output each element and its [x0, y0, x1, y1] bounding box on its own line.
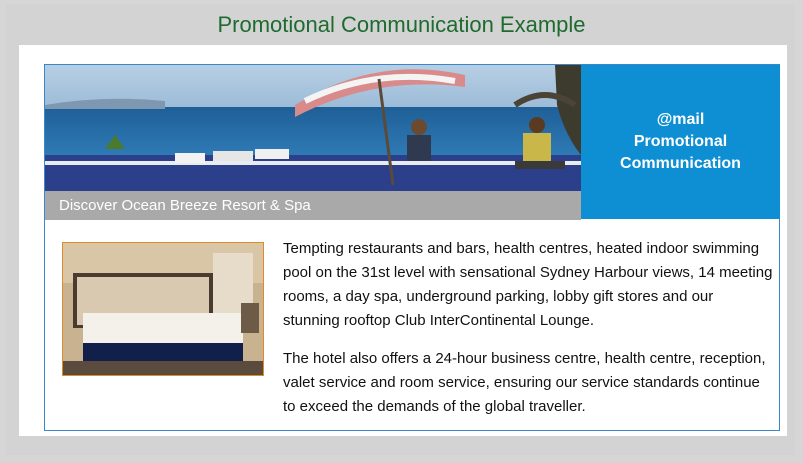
promo-card: Discover Ocean Breeze Resort & Spa @mail… [44, 64, 780, 431]
mail-badge: @mail Promotional Communication [581, 65, 780, 219]
badge-line-1: @mail [656, 111, 705, 128]
paragraph-2: The hotel also offers a 24-hour business… [283, 350, 766, 415]
badge-line-2: Promotional [633, 133, 728, 150]
paragraph-1: Tempting restaurants and bars, health ce… [283, 240, 773, 329]
hero-caption: Discover Ocean Breeze Resort & Spa [45, 191, 581, 220]
bedroom-image [62, 242, 264, 376]
badge-line-3: Communication [620, 155, 741, 172]
page-title: Promotional Communication Example [217, 12, 586, 37]
body-text: Tempting restaurants and bars, health ce… [283, 237, 773, 433]
